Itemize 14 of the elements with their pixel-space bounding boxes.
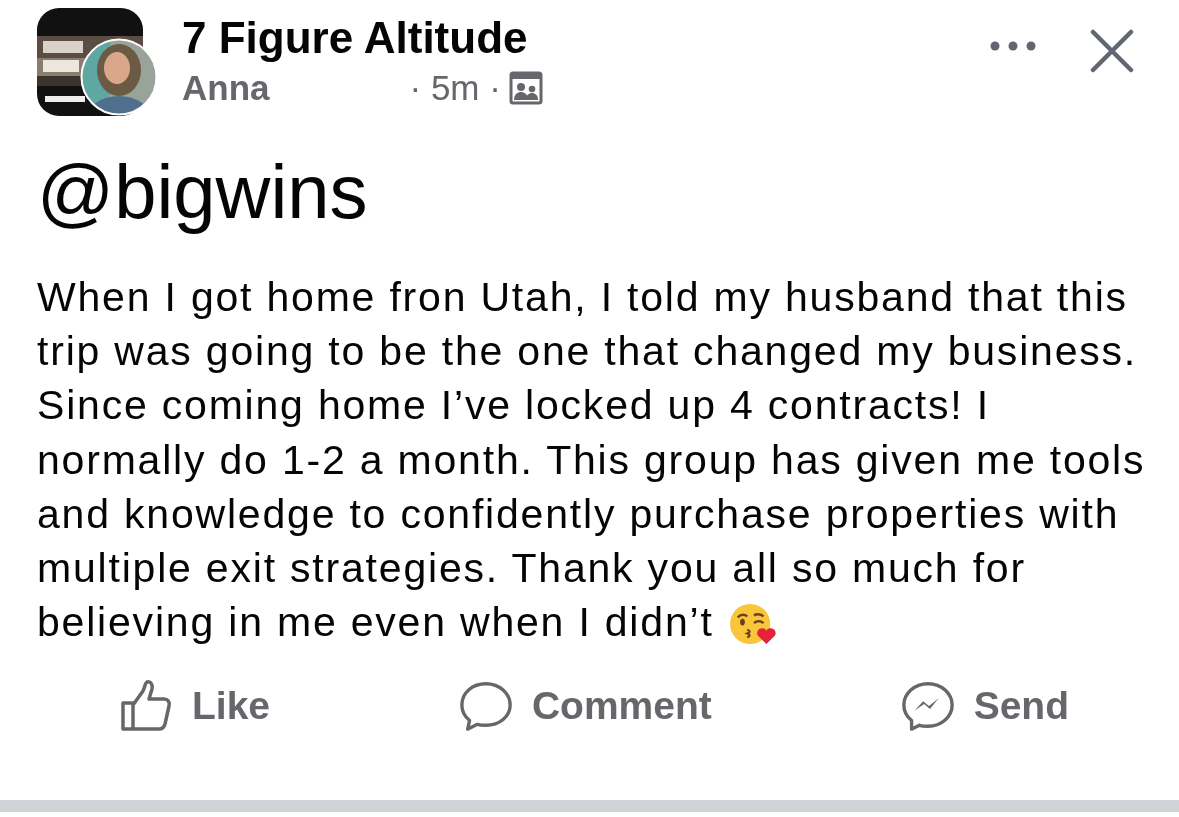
post-heading: @bigwins [37,150,368,234]
messenger-icon [899,679,956,734]
send-button[interactable]: Send [899,679,1069,734]
group-name[interactable]: 7 Figure Altitude [182,16,528,60]
like-button[interactable]: Like [118,679,271,734]
group-audience-icon [508,71,543,105]
close-icon[interactable] [1089,28,1135,74]
author-name[interactable]: Anna [182,68,270,108]
post-time[interactable]: · 5m · [409,68,501,108]
thumbs-up-icon [118,679,174,734]
kissing-face-icon [727,602,778,647]
post-text: When I got home fron Utah, I told my husband that this trip was going to be the one that changed my business. Since coming home I’ve locked up 4 contracts! I normally do 1-2 a month. This group has given me tools and knowledge to confidently purchase properties with multiple exit strategies. Thank you all so much for believing in me even when I didn’t [37,273,1147,649]
comment-button[interactable]: Comment [457,679,712,734]
speech-bubble-icon [457,679,514,734]
